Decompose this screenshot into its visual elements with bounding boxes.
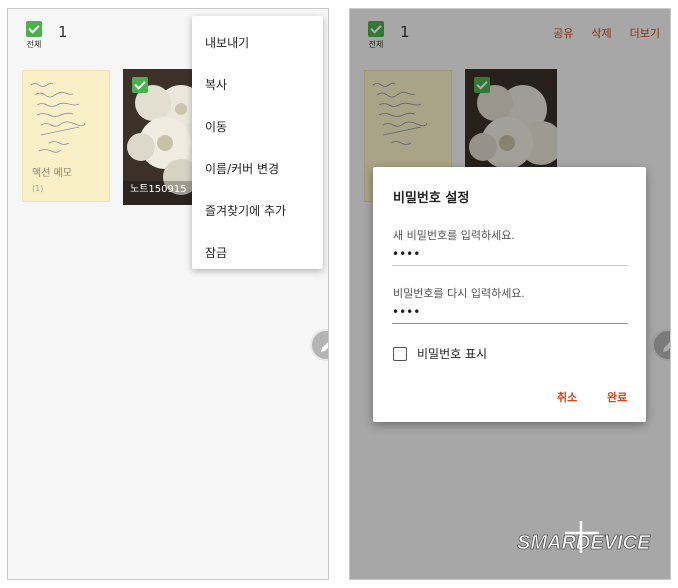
confirm-password-input[interactable]: ••••	[392, 305, 628, 324]
checkbox-checked-icon	[26, 21, 42, 37]
new-note-button[interactable]	[310, 329, 328, 361]
left-screen: 전체 1 액션 메모 (1) 노트150915 내보내기 복사 이동 이름/커버…	[7, 8, 329, 580]
handwriting-preview	[30, 82, 86, 153]
menu-item-add-favorite[interactable]: 즐겨찾기에 추가	[192, 190, 323, 232]
dialog-title: 비밀번호 설정	[393, 191, 470, 206]
svg-text:SMARDEVICE: SMARDEVICE	[517, 532, 651, 554]
menu-item-lock[interactable]: 잠금	[192, 232, 323, 274]
confirm-password-label: 비밀번호를 다시 입력하세요.	[393, 287, 525, 300]
selected-count: 1	[58, 23, 68, 41]
pen-icon	[321, 342, 328, 352]
menu-item-move[interactable]: 이동	[192, 106, 323, 148]
menu-item-copy[interactable]: 복사	[192, 64, 323, 106]
note-page-count: (1)	[32, 184, 44, 193]
note-title: 노트150915	[130, 184, 187, 195]
note-checkbox-checked-icon[interactable]	[132, 77, 148, 93]
note-title: 액션 메모	[32, 168, 72, 179]
set-password-dialog: 비밀번호 설정 새 비밀번호를 입력하세요. •••• 비밀번호를 다시 입력하…	[373, 167, 646, 422]
select-all-label: 전체	[26, 40, 42, 49]
smartdevice-logo: SMARDEVICE	[517, 521, 651, 554]
new-password-label: 새 비밀번호를 입력하세요.	[393, 229, 515, 242]
show-password-toggle[interactable]: 비밀번호 표시	[393, 345, 487, 362]
new-password-input[interactable]: ••••	[392, 247, 628, 266]
menu-item-export[interactable]: 내보내기	[192, 22, 323, 64]
right-screen: 전체 1 공유 삭제 더보기 비밀번호 설정 새 비밀번호를 입력하세요. ••…	[349, 8, 671, 580]
context-menu: 내보내기 복사 이동 이름/커버 변경 즐겨찾기에 추가 잠금	[192, 16, 323, 269]
cancel-button[interactable]: 취소	[557, 389, 577, 405]
note-card-action-memo[interactable]: 액션 메모 (1)	[22, 70, 110, 202]
select-all-checkbox[interactable]: 전체	[22, 21, 46, 50]
done-button[interactable]: 완료	[607, 389, 627, 405]
menu-item-rename-cover[interactable]: 이름/커버 변경	[192, 148, 323, 190]
show-password-label: 비밀번호 표시	[417, 347, 488, 361]
checkbox-unchecked-icon[interactable]	[393, 346, 407, 361]
